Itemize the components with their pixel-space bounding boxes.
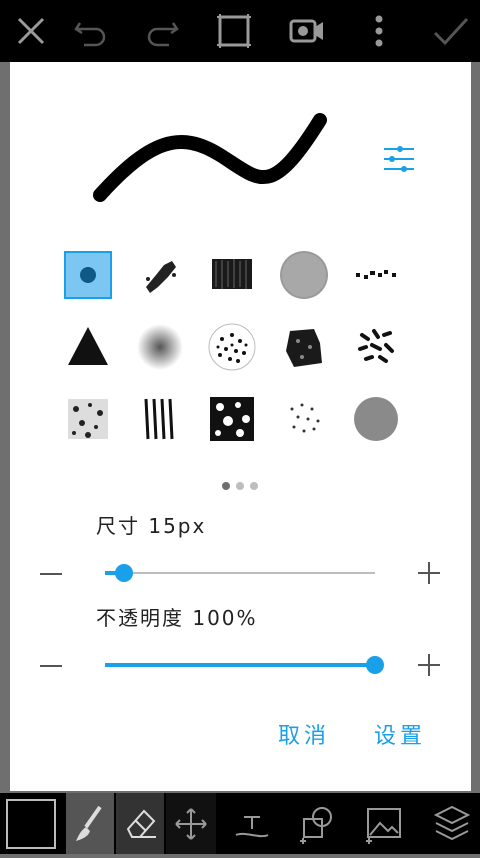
- layers-icon: [433, 805, 471, 841]
- cancel-button[interactable]: 取消: [278, 718, 330, 750]
- color-swatch-button[interactable]: [4, 793, 56, 854]
- move-icon: [175, 808, 207, 840]
- brush-grunge[interactable]: [280, 323, 328, 371]
- checkmark-icon[interactable]: [431, 11, 471, 51]
- brush-page-indicator: [218, 482, 268, 494]
- sticker-tool[interactable]: [294, 793, 342, 854]
- image-tool[interactable]: [360, 793, 408, 854]
- brush-settings-dialog: 尺寸 15px 不透明度 100% 取消 设置: [10, 62, 471, 791]
- undo-icon[interactable]: [70, 11, 110, 51]
- video-camera-icon[interactable]: [287, 11, 327, 51]
- brush-icon: [76, 805, 102, 841]
- page-dot[interactable]: [222, 482, 230, 490]
- brush-dust[interactable]: [280, 395, 328, 443]
- size-slider-thumb[interactable]: [114, 564, 133, 582]
- eraser-tool[interactable]: [116, 793, 164, 854]
- text-tool[interactable]: [228, 793, 276, 854]
- sticker-icon: [300, 807, 332, 844]
- brush-splatter[interactable]: [208, 395, 256, 443]
- brush-scatter[interactable]: [352, 323, 400, 371]
- text-icon: [235, 816, 269, 838]
- layers-tool[interactable]: [428, 793, 476, 854]
- close-icon[interactable]: [11, 11, 51, 51]
- opacity-increase-button[interactable]: [418, 654, 440, 676]
- brush-spray[interactable]: [280, 251, 328, 299]
- top-toolbar: [0, 0, 480, 62]
- image-icon: [366, 808, 401, 844]
- size-increase-button[interactable]: [418, 562, 440, 584]
- size-label: 尺寸 15px: [96, 514, 207, 538]
- brush-options-icon[interactable]: [382, 144, 416, 174]
- page-dot[interactable]: [236, 482, 244, 490]
- brush-triangle[interactable]: [64, 323, 112, 371]
- crop-frame-icon[interactable]: [214, 11, 254, 51]
- brush-stroke-lines[interactable]: [136, 395, 184, 443]
- brush-speckle[interactable]: [208, 323, 256, 371]
- redo-icon[interactable]: [143, 11, 183, 51]
- opacity-slider[interactable]: [105, 656, 384, 674]
- brush-texture[interactable]: [64, 395, 112, 443]
- eraser-icon: [126, 809, 156, 838]
- brush-tool[interactable]: [66, 793, 114, 854]
- brush-round[interactable]: [64, 251, 112, 299]
- color-swatch: [6, 799, 56, 849]
- move-tool[interactable]: [166, 793, 216, 854]
- opacity-decrease-button[interactable]: [40, 665, 62, 667]
- confirm-button[interactable]: 设置: [374, 718, 426, 750]
- size-decrease-button[interactable]: [40, 573, 62, 575]
- opacity-slider-thumb[interactable]: [366, 656, 384, 674]
- brush-charcoal[interactable]: [208, 251, 256, 299]
- brush-stroke-preview: [93, 113, 327, 202]
- brush-soft[interactable]: [136, 323, 184, 371]
- page-dot[interactable]: [250, 482, 258, 490]
- bottom-toolbar: [0, 793, 480, 854]
- brush-solid-circle[interactable]: [352, 395, 400, 443]
- opacity-label: 不透明度 100%: [96, 606, 258, 630]
- brush-dotted[interactable]: [352, 251, 400, 299]
- brush-chalk[interactable]: [136, 251, 184, 299]
- opacity-slider-fill: [105, 663, 375, 667]
- size-slider[interactable]: [105, 564, 375, 582]
- more-vertical-icon[interactable]: [359, 11, 399, 51]
